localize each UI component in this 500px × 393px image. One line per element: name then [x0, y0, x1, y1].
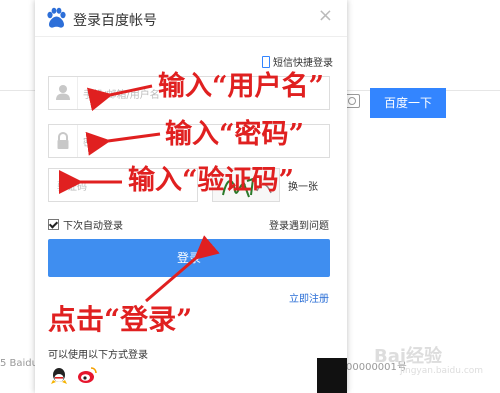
baidu-paw-logo-icon: [47, 7, 66, 28]
dialog-title: 登录百度帐号: [73, 13, 157, 29]
captcha-placeholder: 验证码: [57, 182, 87, 193]
annotation-enter-captcha: 输入“验证码”: [128, 165, 295, 196]
footer-copyright: 5 Baidu: [0, 358, 38, 369]
close-icon[interactable]: ×: [318, 6, 333, 26]
search-button[interactable]: 百度一下: [370, 88, 446, 118]
login-button[interactable]: 登录: [48, 239, 330, 277]
weibo-icon[interactable]: [77, 366, 97, 384]
dialog-header: 登录百度帐号 ×: [35, 0, 347, 37]
watermark-url: jingyan.baidu.com: [400, 366, 484, 376]
qq-icon[interactable]: [50, 366, 68, 386]
username-placeholder: 手机/邮箱/用户名: [83, 90, 160, 101]
remember-me-checkbox[interactable]: 下次自动登录: [48, 217, 123, 232]
annotation-click-login: 点击“登录”: [48, 303, 193, 336]
watermark-brand: Bai经验: [374, 346, 443, 367]
password-placeholder: 密码: [83, 138, 103, 149]
qr-code-icon[interactable]: [317, 358, 347, 393]
login-trouble-link[interactable]: 登录遇到问题: [269, 217, 329, 232]
annotation-enter-username: 输入“用户名”: [158, 71, 325, 102]
remember-me-label: 下次自动登录: [63, 221, 123, 232]
other-login-methods-label: 可以使用以下方式登录: [48, 350, 148, 361]
lock-icon: [57, 125, 78, 157]
checkbox-checked-icon[interactable]: [48, 219, 59, 230]
register-link[interactable]: 立即注册: [289, 290, 329, 305]
user-icon: [56, 77, 78, 109]
annotation-enter-password: 输入“密码”: [165, 119, 305, 150]
